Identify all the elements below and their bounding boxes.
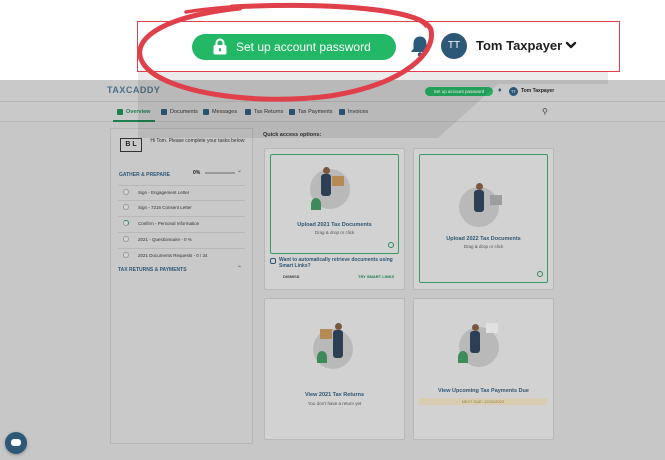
quick-access-heading: Quick access options: <box>263 132 322 138</box>
gather-progress-text: 0% <box>193 170 201 176</box>
search-icon[interactable]: ⚲ <box>542 107 548 116</box>
tax-returns-icon <box>245 109 251 115</box>
setup-password-label: Set up account password <box>236 40 371 54</box>
task-item[interactable]: 2021 - Questionnaire - 0 % <box>118 232 245 245</box>
active-tab-indicator <box>113 120 155 122</box>
person-head <box>335 323 342 330</box>
app-logo: TAXCADDY <box>107 85 161 95</box>
tax-payments-icon <box>289 109 295 115</box>
card-title: View 2021 Tax Returns <box>304 392 365 398</box>
person-figure <box>333 330 343 358</box>
view-tax-returns-card[interactable]: View 2021 Tax Returns You don't have a r… <box>264 298 405 440</box>
mini-avatar[interactable]: TT <box>509 87 518 96</box>
chevron-down-icon[interactable] <box>565 39 577 51</box>
plant-icon <box>311 198 321 210</box>
chat-icon[interactable] <box>5 432 27 454</box>
bell-icon[interactable] <box>410 35 430 57</box>
task-item[interactable]: 2021 Documents Requests - 0 / 34 <box>118 248 245 261</box>
invoice-sheet-icon <box>486 323 498 333</box>
nav-tab-messages[interactable]: Messages <box>203 109 237 115</box>
user-name[interactable]: Tom Taxpayer <box>476 38 562 53</box>
task-status-icon <box>123 236 129 242</box>
task-item[interactable]: Confirm - Personal Information <box>118 216 245 229</box>
task-status-icon <box>123 189 129 195</box>
nav-tab-tax-payments[interactable]: Tax Payments <box>289 109 333 115</box>
card-subtitle: Drag & drop or click <box>463 244 504 249</box>
smart-links-prompt: Want to automatically retrieve documents… <box>270 257 398 269</box>
card-subtitle: Drag & drop or click <box>314 230 355 235</box>
card-title: Upload 2021 Tax Documents <box>297 222 372 228</box>
card-title: Upload 2022 Tax Documents <box>446 236 521 242</box>
mini-user-name[interactable]: Tom Taxpayer <box>521 88 554 94</box>
history-icon[interactable] <box>388 242 394 248</box>
card-title: View Upcoming Tax Payments Due <box>438 388 529 394</box>
dismiss-button[interactable]: DISMISS <box>283 274 299 279</box>
screenshot-stage: TAXCADDY Set up account password ♦ TT To… <box>0 0 665 460</box>
document-box-icon <box>332 176 344 186</box>
history-icon[interactable] <box>537 271 543 277</box>
mini-setup-password-button[interactable]: Set up account password <box>425 87 493 96</box>
lock-icon <box>213 38 227 55</box>
card-subtitle: You don't have a return yet <box>307 401 362 406</box>
nav-tab-documents[interactable]: Documents <box>161 109 198 115</box>
tax-returns-payments-title[interactable]: TAX RETURNS & PAYMENTS <box>118 267 187 273</box>
avatar[interactable]: TT <box>441 33 467 59</box>
person-figure <box>474 190 484 212</box>
gather-progress-bar <box>205 172 235 174</box>
tasks-sidebar: B L Hi Tom. Please complete your tasks b… <box>110 128 253 444</box>
person-head <box>323 167 330 174</box>
app-background: TAXCADDY Set up account password ♦ TT To… <box>0 80 665 460</box>
sidebar-greeting: Hi Tom. Please complete your tasks below… <box>150 138 246 144</box>
gather-prepare-title[interactable]: GATHER & PREPARE <box>119 172 170 178</box>
firm-badge: B L <box>120 138 142 152</box>
person-head <box>472 324 479 331</box>
home-icon <box>117 109 123 115</box>
person-figure <box>321 174 331 196</box>
gather-chevron-down-icon[interactable]: ⌄ <box>237 167 242 174</box>
app-navbar: Overview Documents Messages Tax Returns … <box>0 102 665 122</box>
person-figure <box>470 331 480 353</box>
nav-tab-tax-returns[interactable]: Tax Returns <box>245 109 283 115</box>
link-icon <box>270 258 276 264</box>
app-topbar: TAXCADDY Set up account password ♦ TT To… <box>0 80 665 102</box>
try-smart-links-button[interactable]: TRY SMART LINKS <box>358 274 394 279</box>
person-head <box>476 183 483 190</box>
task-item[interactable]: Sign - 7216 Consent Letter <box>118 200 245 213</box>
task-status-icon <box>123 204 129 210</box>
mini-bell-icon[interactable]: ♦ <box>498 87 502 94</box>
chat-bubble-glyph <box>11 439 21 446</box>
next-due-badge: NEXT DUE: 12/31/2022 <box>419 398 547 405</box>
messages-icon <box>203 109 209 115</box>
returns-chevron-up-icon[interactable]: ⌃ <box>237 265 242 272</box>
task-status-icon <box>123 252 129 258</box>
plant-icon <box>317 351 327 363</box>
plant-icon <box>458 351 468 363</box>
invoices-icon <box>339 109 345 115</box>
upload-2022-card[interactable]: Upload 2022 Tax Documents Drag & drop or… <box>413 148 554 290</box>
nav-tab-invoices[interactable]: Invoices <box>339 109 368 115</box>
task-status-icon <box>123 220 129 226</box>
folder-icon <box>320 329 332 339</box>
documents-icon <box>161 109 167 115</box>
nav-tab-overview[interactable]: Overview <box>117 109 150 115</box>
view-tax-payments-card[interactable]: View Upcoming Tax Payments Due <box>413 298 554 440</box>
calendar-icon <box>490 195 502 205</box>
task-item[interactable]: Sign - Engagement Letter <box>118 185 245 198</box>
